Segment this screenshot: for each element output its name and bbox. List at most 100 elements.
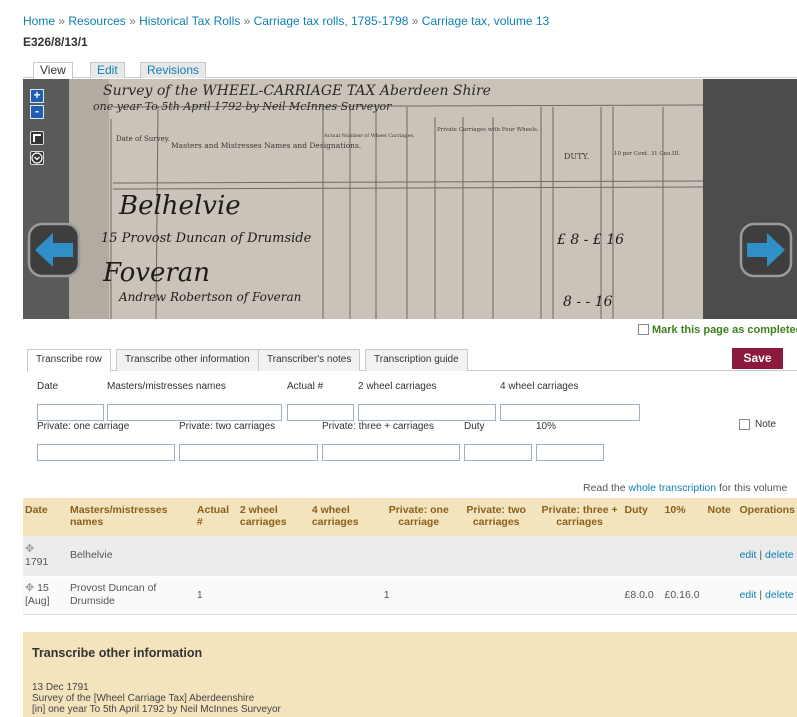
- cell-private-two: [455, 536, 537, 577]
- label-ten-percent: 10%: [536, 421, 557, 432]
- cell-actual: 1: [194, 576, 238, 615]
- other-info-line: Survey of the [Wheel Carriage Tax] Aberd…: [32, 693, 255, 704]
- date-input[interactable]: [37, 404, 104, 421]
- drag-handle-icon[interactable]: ✥: [25, 582, 34, 594]
- manuscript-col-names: Masters and Mistresses Names and Designa…: [171, 141, 361, 150]
- mark-complete-checkbox[interactable]: Mark this page as completed: [638, 324, 797, 336]
- whole-transcription-link[interactable]: whole transcription: [629, 482, 717, 494]
- label-date: Date: [37, 381, 59, 392]
- tab-transcription-guide[interactable]: Transcription guide: [365, 349, 468, 371]
- read-whole-prefix: Read the: [583, 482, 629, 494]
- cell-actual: [194, 536, 238, 577]
- breadcrumb-home[interactable]: Home: [23, 14, 55, 28]
- note-label: Note: [755, 419, 777, 430]
- read-whole-suffix: for this volume: [716, 482, 788, 494]
- manuscript-header: Survey of the WHEEL-CARRIAGE TAX Aberdee…: [103, 83, 491, 99]
- tab-transcribe-other-information[interactable]: Transcribe other information: [116, 349, 259, 371]
- manuscript-image: Survey of the WHEEL-CARRIAGE TAX Aberdee…: [23, 79, 797, 319]
- breadcrumb-separator: »: [411, 14, 419, 28]
- label-four-wheel: 4 wheel carriages: [500, 381, 579, 392]
- fullscreen-button[interactable]: [30, 131, 44, 145]
- cell-ten-percent: £0.16.0: [662, 576, 706, 615]
- manuscript-entry-duncan: 15 Provost Duncan of Drumside: [101, 231, 312, 246]
- actual-input[interactable]: [287, 404, 354, 421]
- delete-link[interactable]: delete: [765, 589, 794, 601]
- cell-note: [705, 536, 738, 577]
- tab-transcribe-row[interactable]: Transcribe row: [27, 349, 111, 372]
- breadcrumb-historical-tax-rolls[interactable]: Historical Tax Rolls: [139, 14, 240, 28]
- manuscript-header2: one year To 5th April 1792 by Neil McInn…: [93, 100, 392, 113]
- transcribe-row-form: Date Masters/mistresses names Actual # 2…: [27, 372, 797, 471]
- duty-input[interactable]: [464, 444, 532, 461]
- previous-page-button[interactable]: [27, 222, 81, 278]
- edit-link[interactable]: edit: [740, 589, 757, 601]
- private-three-input[interactable]: [322, 444, 460, 461]
- other-info-line: [in] one year To 5th April 1792 by Neil …: [32, 704, 281, 715]
- masters-names-input[interactable]: [107, 404, 282, 421]
- breadcrumb-resources[interactable]: Resources: [68, 14, 125, 28]
- note-checkbox[interactable]: [739, 419, 750, 430]
- cell-private-three: [536, 536, 623, 577]
- manuscript-col-actual: Actual Number of Wheel Carriages.: [323, 133, 415, 139]
- next-page-button[interactable]: [739, 222, 793, 278]
- manuscript-amount-2: 8 - - 16: [563, 294, 613, 310]
- delete-link[interactable]: delete: [765, 549, 794, 561]
- manuscript-entry-robertson: Andrew Robertson of Foveran: [118, 290, 301, 304]
- two-wheel-input[interactable]: [358, 404, 496, 421]
- manuscript-entry-belhelvie: Belhelvie: [118, 191, 241, 221]
- header-duty: Duty: [622, 498, 663, 536]
- tab-edit[interactable]: Edit: [90, 62, 125, 78]
- arrow-left-icon: [27, 222, 81, 278]
- cell-two-wheel: [237, 536, 310, 577]
- breadcrumb-separator: »: [58, 14, 66, 28]
- manuscript-entry-foveran: Foveran: [102, 258, 210, 288]
- header-private-one: Private: one carriage: [381, 498, 456, 536]
- header-private-three: Private: three + carriages: [536, 498, 623, 536]
- tab-transcribers-notes[interactable]: Transcriber's notes: [258, 349, 361, 371]
- breadcrumb: Home » Resources » Historical Tax Rolls …: [23, 14, 549, 28]
- save-button[interactable]: Save: [732, 348, 783, 369]
- private-two-input[interactable]: [179, 444, 318, 461]
- ten-percent-input[interactable]: [536, 444, 604, 461]
- manuscript-col-date: Date of Survey.: [116, 135, 170, 143]
- cell-duty: [622, 536, 663, 577]
- image-viewer[interactable]: Survey of the WHEEL-CARRIAGE TAX Aberdee…: [23, 79, 797, 319]
- zoom-out-button[interactable]: -: [30, 105, 44, 119]
- private-one-input[interactable]: [37, 444, 175, 461]
- label-actual: Actual #: [287, 381, 324, 392]
- cell-private-three: [536, 576, 623, 615]
- cell-private-one: 1: [381, 576, 456, 615]
- ops-separator: |: [759, 549, 763, 562]
- cell-name: Belhelvie: [67, 536, 195, 577]
- breadcrumb-separator: »: [243, 14, 251, 28]
- label-private-one: Private: one carriage: [37, 421, 130, 432]
- manuscript-amount-1: £ 8 - £ 16: [556, 232, 624, 248]
- other-information-panel: Transcribe other information 13 Dec 1791…: [23, 632, 797, 717]
- mark-complete-label: Mark this page as completed: [652, 324, 797, 336]
- other-information-heading: Transcribe other information: [32, 646, 203, 660]
- table-row: ✥ 15 [Aug] Provost Duncan of Drumside 1 …: [23, 576, 797, 615]
- tab-view[interactable]: View: [33, 62, 73, 79]
- breadcrumb-carriage-tax-rolls[interactable]: Carriage tax rolls, 1785-1798: [254, 14, 409, 28]
- rotate-button[interactable]: [30, 151, 44, 165]
- cell-operations: edit | delete: [737, 576, 797, 615]
- cell-private-two: [455, 576, 537, 615]
- cell-date-text: 1791: [25, 555, 49, 568]
- checkbox-icon[interactable]: [638, 324, 649, 335]
- label-private-three: Private: three + carriages: [322, 421, 434, 432]
- header-names: Masters/mistresses names: [67, 498, 195, 536]
- header-ten-percent: 10%: [662, 498, 706, 536]
- table-row: ✥ 1791 Belhelvie edit | delete: [23, 536, 797, 577]
- table-header-row: Date Masters/mistresses names Actual # 2…: [23, 498, 797, 536]
- label-private-two: Private: two carriages: [179, 421, 276, 432]
- breadcrumb-carriage-tax-volume[interactable]: Carriage tax, volume 13: [422, 14, 549, 28]
- header-date: Date: [23, 498, 68, 536]
- zoom-in-button[interactable]: +: [30, 89, 44, 103]
- cell-two-wheel: [237, 576, 310, 615]
- drag-handle-icon[interactable]: ✥: [25, 543, 34, 555]
- tab-revisions[interactable]: Revisions: [140, 62, 207, 78]
- other-info-line: 13 Dec 1791: [32, 682, 89, 693]
- four-wheel-input[interactable]: [500, 404, 640, 421]
- manuscript-col-duty: DUTY.: [564, 152, 589, 161]
- edit-link[interactable]: edit: [740, 549, 757, 561]
